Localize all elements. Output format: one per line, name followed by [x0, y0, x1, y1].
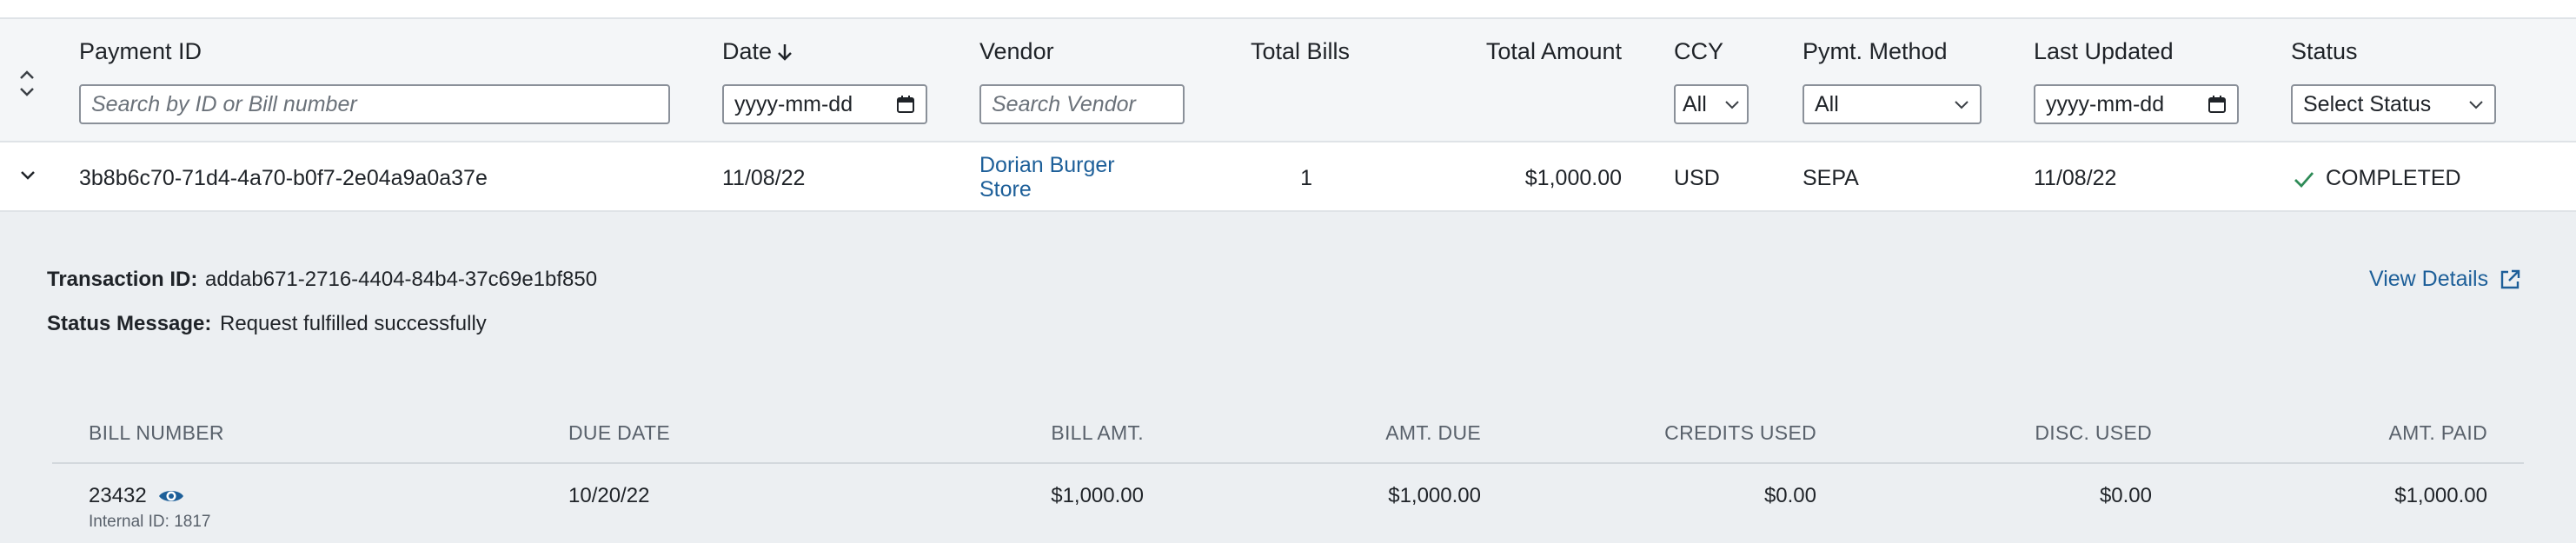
- status-select[interactable]: Select Status: [2291, 84, 2496, 124]
- payment-id-search-input[interactable]: Search by ID or Bill number: [79, 84, 670, 124]
- bills-header-amt-paid: AMT. PAID: [2388, 421, 2487, 444]
- date-cell: 11/08/22: [722, 166, 806, 190]
- status-badge: COMPLETED: [2293, 166, 2461, 191]
- ccy-cell: USD: [1674, 166, 1720, 190]
- amt-due-cell: $1,000.00: [1388, 484, 1481, 507]
- bill-number-value: 23432: [89, 484, 147, 507]
- header-total-amount: Total Amount: [1485, 38, 1622, 64]
- bills-header-divider: [52, 462, 2524, 464]
- last-updated-filter-placeholder: yyyy-mm-dd: [2046, 91, 2165, 116]
- bill-amt-cell: $1,000.00: [1051, 484, 1144, 507]
- payments-table: Payment ID Date Vendor Total Bills Total…: [0, 17, 2576, 543]
- status-message-label: Status Message:: [47, 312, 212, 335]
- credits-used-cell: $0.00: [1763, 484, 1816, 507]
- disc-used-cell: $0.00: [2099, 484, 2152, 507]
- header-last-updated: Last Updated: [2034, 38, 2174, 64]
- amt-paid-cell: $1,000.00: [2394, 484, 2487, 507]
- view-details-label: View Details: [2369, 267, 2489, 291]
- pymt-method-select[interactable]: All: [1803, 84, 1982, 124]
- ccy-select-value: All: [1683, 91, 1707, 116]
- chevron-down-icon: [1955, 101, 1969, 109]
- total-amount-cell: $1,000.00: [1524, 166, 1622, 190]
- total-bills-cell: 1: [1300, 166, 1312, 190]
- checkmark-icon: [2294, 171, 2314, 188]
- status-message-value: Request fulfilled successfully: [220, 312, 487, 335]
- eye-icon[interactable]: [157, 487, 185, 506]
- header-vendor: Vendor: [979, 38, 1054, 64]
- view-details-link[interactable]: View Details: [2369, 267, 2521, 292]
- pymt-method-select-value: All: [1815, 91, 1839, 116]
- expand-collapse-all-icon[interactable]: [17, 68, 37, 99]
- bills-header-credits-used: CREDITS USED: [1664, 421, 1816, 444]
- table-header: Payment ID Date Vendor Total Bills Total…: [0, 17, 2576, 142]
- vendor-name-line1: Dorian Burger: [979, 153, 1115, 177]
- header-ccy: CCY: [1674, 38, 1724, 64]
- header-date[interactable]: Date: [722, 38, 793, 65]
- transaction-id-label: Transaction ID:: [47, 268, 198, 291]
- transaction-id-value: addab671-2716-4404-84b4-37c69e1bf850: [205, 268, 598, 291]
- status-text: COMPLETED: [2326, 166, 2461, 190]
- header-pymt-method: Pymt. Method: [1803, 38, 1948, 64]
- internal-id: Internal ID: 1817: [89, 513, 211, 531]
- last-updated-cell: 11/08/22: [2034, 166, 2117, 190]
- bills-header-disc-used: DISC. USED: [2035, 421, 2152, 444]
- pymt-method-cell: SEPA: [1803, 166, 1859, 190]
- vendor-name-line2: Store: [979, 177, 1032, 202]
- payment-id-cell: 3b8b6c70-71d4-4a70-b0f7-2e04a9a0a37e: [79, 166, 488, 190]
- chevron-down-icon[interactable]: [16, 163, 40, 188]
- header-date-label: Date: [722, 38, 773, 64]
- external-link-icon: [2500, 269, 2520, 288]
- header-total-bills: Total Bills: [1250, 38, 1350, 64]
- date-filter-input[interactable]: yyyy-mm-dd: [722, 84, 927, 124]
- bills-header-bill-number: BILL NUMBER: [89, 421, 224, 444]
- payment-details-panel: Transaction ID: addab671-2716-4404-84b4-…: [0, 212, 2576, 543]
- vendor-search-input[interactable]: Search Vendor: [979, 84, 1185, 124]
- chevron-down-icon: [2469, 101, 2483, 109]
- vendor-link[interactable]: Dorian Burger Store: [979, 153, 1115, 202]
- bills-header-amt-due: AMT. DUE: [1385, 421, 1481, 444]
- date-filter-placeholder: yyyy-mm-dd: [734, 91, 853, 116]
- bills-header-bill-amt: BILL AMT.: [1051, 421, 1144, 444]
- chevron-down-icon: [1725, 101, 1739, 109]
- bill-number-cell: 23432: [89, 484, 185, 508]
- due-date-cell: 10/20/22: [568, 484, 650, 507]
- table-row[interactable]: 3b8b6c70-71d4-4a70-b0f7-2e04a9a0a37e 11/…: [0, 142, 2576, 212]
- sort-arrow-down-icon: [778, 43, 792, 61]
- calendar-icon[interactable]: [896, 95, 915, 114]
- payment-id-search-placeholder: Search by ID or Bill number: [91, 91, 357, 116]
- bills-header-due-date: DUE DATE: [568, 421, 670, 444]
- ccy-select[interactable]: All: [1674, 84, 1749, 124]
- last-updated-filter-input[interactable]: yyyy-mm-dd: [2034, 84, 2239, 124]
- calendar-icon[interactable]: [2208, 95, 2227, 114]
- header-status: Status: [2291, 38, 2358, 64]
- status-select-value: Select Status: [2303, 91, 2432, 116]
- header-payment-id: Payment ID: [79, 38, 202, 64]
- vendor-search-placeholder: Search Vendor: [992, 91, 1136, 116]
